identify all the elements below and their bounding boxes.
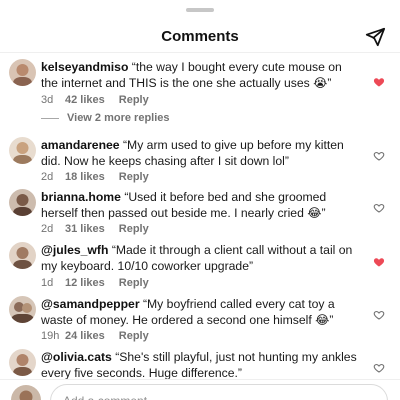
replies-divider-line (41, 117, 59, 119)
heart-icon (373, 151, 385, 161)
comment-likes[interactable]: 31 likes (65, 223, 105, 235)
sheet-grabber-handle[interactable] (186, 8, 214, 12)
view-more-replies-button[interactable]: View 2 more replies (41, 112, 170, 124)
comment-meta: 1d 12 likes Reply (41, 277, 149, 289)
avatar[interactable] (9, 189, 36, 216)
comment-time: 1d (41, 277, 54, 289)
view-replies-label: View 2 more replies (67, 112, 170, 124)
reply-button[interactable]: Reply (119, 330, 149, 342)
page-title: Comments (161, 28, 239, 45)
paper-plane-icon (365, 27, 386, 47)
avatar (11, 385, 41, 400)
comment-body: @samandpepper “My boyfriend called every… (41, 296, 359, 328)
comment-username[interactable]: brianna.home (41, 190, 121, 204)
comment-meta: 2d 18 likes Reply (41, 171, 149, 183)
comment-meta: 3d 42 likes Reply (41, 94, 149, 106)
comments-list[interactable]: kelseyandmiso “the way I bought every cu… (0, 53, 400, 379)
reply-button[interactable]: Reply (119, 223, 149, 235)
comment-likes[interactable]: 42 likes (65, 94, 105, 106)
heart-icon (373, 363, 385, 373)
comments-sheet: Comments kelseyandmiso “the way I bought… (0, 0, 400, 400)
like-button[interactable] (373, 201, 385, 213)
reply-button[interactable]: Reply (119, 171, 149, 183)
avatar[interactable] (9, 137, 36, 164)
comment-likes[interactable]: 24 likes (65, 330, 105, 342)
like-button[interactable] (373, 149, 385, 161)
comment-username[interactable]: @jules_wfh (41, 243, 108, 257)
heart-icon (373, 78, 385, 87)
comment-likes[interactable]: 18 likes (65, 171, 105, 183)
comment-likes[interactable]: 12 likes (65, 277, 105, 289)
comment-body: @olivia.cats “She's still playful, just … (41, 349, 359, 379)
comment-input[interactable] (50, 384, 388, 400)
reply-button[interactable]: Reply (119, 94, 149, 106)
comment-body: brianna.home “Used it before bed and she… (41, 189, 359, 221)
like-button[interactable] (373, 308, 385, 320)
heart-icon (373, 310, 385, 320)
avatar[interactable] (9, 59, 36, 86)
comment-time: 2d (41, 171, 54, 183)
comment-username[interactable]: @olivia.cats (41, 350, 112, 364)
comment-body: amandarenee “My arm used to give up befo… (41, 137, 359, 169)
comment-input-bar (0, 379, 400, 400)
comment-time: 19h (41, 330, 60, 342)
share-button[interactable] (364, 26, 386, 48)
like-button[interactable] (373, 255, 385, 267)
avatar[interactable] (9, 349, 36, 376)
comment-meta: 19h 24 likes Reply (41, 330, 149, 342)
comment-time: 3d (41, 94, 54, 106)
heart-icon (373, 203, 385, 213)
comment-body: kelseyandmiso “the way I bought every cu… (41, 59, 359, 91)
comment-username[interactable]: kelseyandmiso (41, 60, 128, 74)
comment-username[interactable]: amandarenee (41, 138, 120, 152)
avatar[interactable] (9, 242, 36, 269)
avatar[interactable] (9, 296, 36, 323)
comment-username[interactable]: @samandpepper (41, 297, 140, 311)
like-button[interactable] (373, 75, 385, 87)
reply-button[interactable]: Reply (119, 277, 149, 289)
comment-body: @jules_wfh “Made it through a client cal… (41, 242, 359, 274)
like-button[interactable] (373, 361, 385, 373)
comment-meta: 2d 31 likes Reply (41, 223, 149, 235)
comment-time: 2d (41, 223, 54, 235)
heart-icon (373, 258, 385, 267)
